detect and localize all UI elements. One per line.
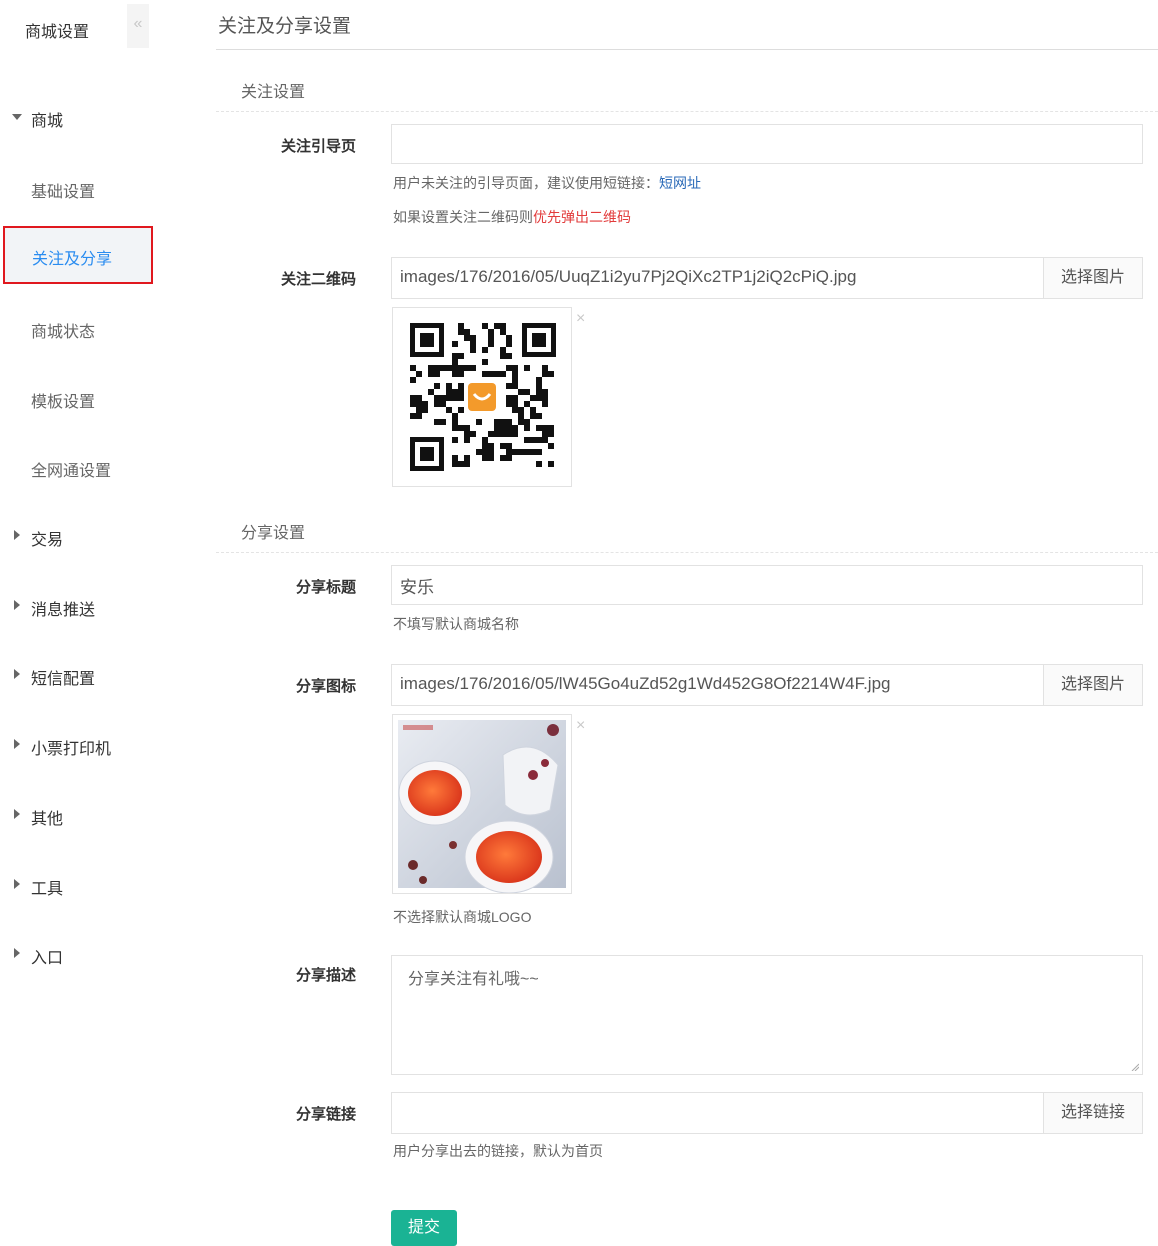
nav-group-receipt-printer[interactable]: 小票打印机 — [0, 727, 160, 767]
sidebar-item-label: 模板设置 — [31, 394, 96, 411]
nav-group-mall[interactable]: 商城 — [0, 99, 160, 139]
follow-section-title: 关注设置 — [241, 84, 306, 101]
qr-code-path: images/176/2016/05/UuqZ1i2yu7Pj2QiXc2TP1… — [400, 267, 857, 286]
nav-group-label: 交易 — [31, 532, 64, 549]
share-link-field[interactable]: 选择链接 — [391, 1092, 1143, 1134]
resize-grip-icon[interactable] — [1131, 1063, 1139, 1071]
sidebar-item-label: 关注及分享 — [32, 251, 113, 268]
short-url-link[interactable]: 短网址 — [659, 175, 701, 191]
qr-code-image — [410, 323, 556, 471]
nav-group-label: 其他 — [31, 811, 64, 828]
sidebar-item-omnichannel-settings[interactable]: 全网通设置 — [0, 447, 160, 487]
submit-button[interactable]: 提交 — [391, 1210, 457, 1246]
tea-cups-photo — [398, 720, 566, 894]
nav-group-label: 短信配置 — [31, 671, 96, 688]
caret-right-icon — [14, 809, 20, 819]
qr-code-label: 关注二维码 — [280, 271, 356, 288]
share-description-textarea[interactable]: 分享关注有礼哦~~ — [391, 955, 1143, 1075]
sidebar: 商城设置 « 商城 基础设置 关注及分享 商城状态 模板设置 全网通设置 交易 … — [0, 0, 160, 1243]
section-divider — [216, 552, 1158, 553]
select-share-image-button[interactable]: 选择图片 — [1043, 665, 1142, 705]
sidebar-title: 商城设置 — [25, 24, 90, 41]
share-title-label: 分享标题 — [295, 579, 356, 596]
sidebar-item-label: 全网通设置 — [31, 463, 112, 480]
nav-group-tools[interactable]: 工具 — [0, 867, 160, 907]
share-description-text: 分享关注有礼哦~~ — [408, 971, 539, 988]
sidebar-header: 商城设置 « — [0, 0, 160, 56]
collapse-sidebar-button[interactable]: « — [127, 4, 149, 48]
nav-group-label: 入口 — [31, 950, 64, 967]
sidebar-item-template-settings[interactable]: 模板设置 — [0, 378, 160, 418]
remove-qr-image-icon[interactable]: × — [576, 310, 585, 328]
caret-down-icon — [12, 114, 22, 120]
caret-right-icon — [14, 948, 20, 958]
qr-priority-text: 如果设置关注二维码则 — [393, 209, 533, 225]
sidebar-item-follow-share[interactable]: 关注及分享 — [3, 226, 153, 284]
guide-page-help: 用户未关注的引导页面，建议使用短链接：短网址 — [393, 173, 701, 193]
share-icon-path: images/176/2016/05/lW45Go4uZd52g1Wd452G8… — [400, 674, 891, 693]
guide-help-text: 用户未关注的引导页面，建议使用短链接： — [393, 175, 659, 191]
sidebar-item-basic-settings[interactable]: 基础设置 — [0, 168, 160, 208]
nav-group-label: 小票打印机 — [31, 741, 112, 758]
nav-group-other[interactable]: 其他 — [0, 797, 160, 837]
share-title-input[interactable] — [391, 565, 1143, 605]
caret-right-icon — [14, 669, 20, 679]
caret-right-icon — [14, 600, 20, 610]
guide-page-label: 关注引导页 — [280, 138, 356, 155]
title-divider — [216, 49, 1158, 50]
nav-group-label: 商城 — [31, 113, 64, 130]
guide-page-input[interactable] — [391, 124, 1143, 164]
nav-group-sms-config[interactable]: 短信配置 — [0, 657, 160, 697]
share-link-label: 分享链接 — [295, 1106, 356, 1123]
share-icon-field[interactable]: images/176/2016/05/lW45Go4uZd52g1Wd452G8… — [391, 664, 1143, 706]
section-divider — [216, 111, 1158, 112]
share-title-help: 不填写默认商城名称 — [393, 616, 519, 632]
caret-right-icon — [14, 530, 20, 540]
share-icon-help: 不选择默认商城LOGO — [393, 909, 532, 925]
qr-code-field[interactable]: images/176/2016/05/UuqZ1i2yu7Pj2QiXc2TP1… — [391, 257, 1143, 299]
sidebar-item-mall-status[interactable]: 商城状态 — [0, 308, 160, 348]
select-link-button[interactable]: 选择链接 — [1043, 1093, 1142, 1133]
nav-group-label: 消息推送 — [31, 602, 96, 619]
nav-group-label: 工具 — [31, 881, 64, 898]
share-description-label: 分享描述 — [295, 967, 356, 984]
nav-group-trade[interactable]: 交易 — [0, 518, 160, 558]
qr-priority-warning: 优先弹出二维码 — [533, 209, 631, 225]
select-qr-image-button[interactable]: 选择图片 — [1043, 258, 1142, 298]
sidebar-item-label: 商城状态 — [31, 324, 96, 341]
share-icon-label: 分享图标 — [295, 678, 356, 695]
caret-right-icon — [14, 879, 20, 889]
nav-group-message-push[interactable]: 消息推送 — [0, 588, 160, 628]
qr-code-preview — [392, 307, 572, 487]
share-icon-preview — [392, 714, 572, 894]
page-title: 关注及分享设置 — [218, 16, 352, 37]
share-section-title: 分享设置 — [241, 525, 306, 542]
remove-share-image-icon[interactable]: × — [576, 717, 585, 735]
share-link-help: 用户分享出去的链接，默认为首页 — [393, 1143, 603, 1159]
sidebar-item-label: 基础设置 — [31, 184, 96, 201]
nav-group-entry[interactable]: 入口 — [0, 936, 160, 976]
caret-right-icon — [14, 739, 20, 749]
qr-priority-help: 如果设置关注二维码则优先弹出二维码 — [393, 207, 631, 227]
